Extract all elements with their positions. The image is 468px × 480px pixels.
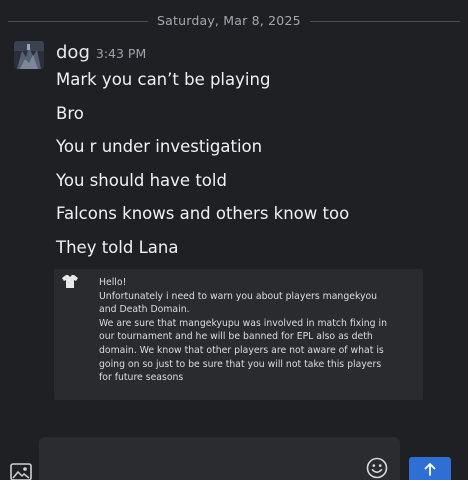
message-timestamp: 3:43 PM	[95, 46, 147, 61]
message-line: You should have told	[56, 170, 227, 190]
image-icon[interactable]	[10, 463, 32, 480]
message-header: dog 3:43 PM	[56, 42, 146, 66]
date-divider-label: Saturday, Mar 8, 2025	[157, 13, 301, 28]
attachment-line: domain. We know that other players are n…	[99, 344, 384, 356]
avatar[interactable]	[14, 41, 44, 69]
avatar-image	[14, 41, 44, 69]
attachment-line: Unfortunately i need to warn you about p…	[99, 290, 378, 302]
message-line: You r under investigation	[56, 137, 263, 156]
message-composer[interactable]	[39, 437, 400, 480]
message-line: Mark you can’t be playing	[56, 70, 271, 89]
username[interactable]: dog	[56, 42, 90, 63]
message-line: Falcons knows and others know too	[56, 204, 350, 223]
send-button[interactable]	[409, 457, 451, 480]
message-line: They told Lana	[56, 237, 179, 257]
attachment-line: Hello!	[99, 277, 127, 288]
arrow-up-icon	[424, 463, 436, 476]
attachment-line: our tournament and he will be banned for…	[99, 331, 373, 343]
message-input[interactable]	[49, 447, 353, 473]
message-lines: Mark you can’t be playing Bro You r unde…	[56, 69, 349, 270]
divider-line-left	[8, 21, 148, 22]
image-attachment[interactable]: Hello! Unfortunately i need to warn you …	[54, 269, 423, 400]
message-line: Bro	[56, 103, 84, 123]
attachment-line: for future seasons	[99, 372, 184, 384]
attachment-line: We are sure that mangekyupu was involved…	[99, 317, 388, 329]
attachment-text: Hello! Unfortunately i need to warn you …	[99, 276, 419, 385]
divider-line-right	[310, 21, 460, 22]
smiley-icon[interactable]	[366, 457, 388, 479]
shirt-icon	[62, 275, 78, 288]
attachment-line: and Death Domain.	[99, 304, 190, 316]
attachment-line: going on so just to be sure that you wil…	[99, 358, 382, 370]
date-divider: Saturday, Mar 8, 2025	[0, 12, 468, 32]
